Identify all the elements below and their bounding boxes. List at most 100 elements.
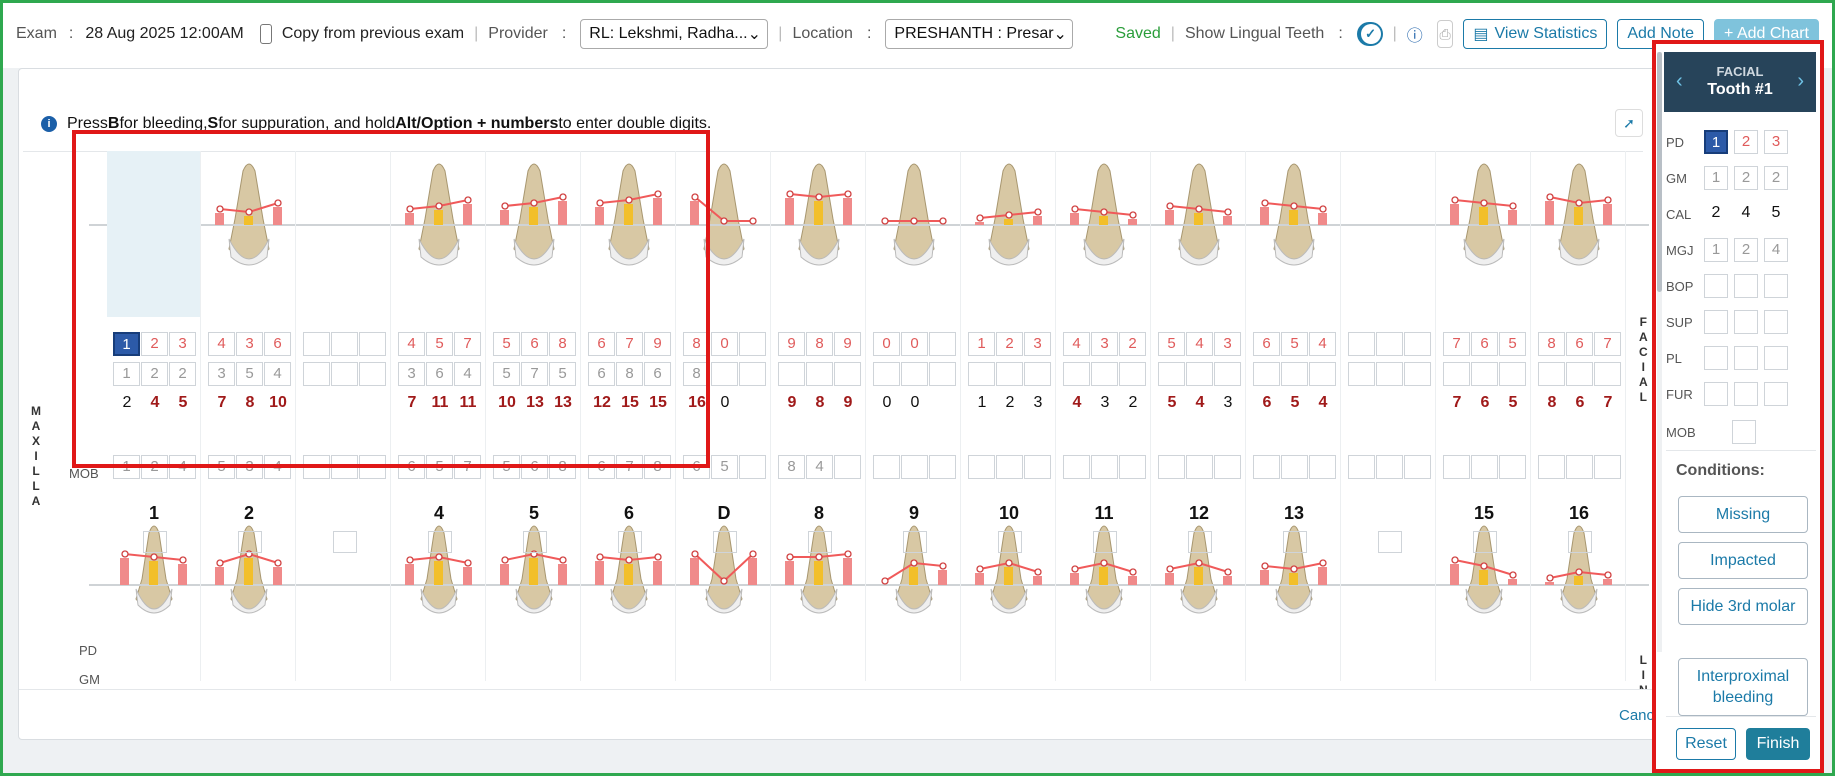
value-cell[interactable] [1734, 274, 1758, 298]
gm-cell[interactable] [1404, 362, 1431, 386]
gm-cell[interactable] [901, 362, 928, 386]
pd-cell[interactable]: 4 [1309, 332, 1336, 356]
gm-cell[interactable] [1186, 362, 1213, 386]
mgj-cell[interactable] [1253, 455, 1280, 479]
mob-cell[interactable] [1093, 531, 1117, 553]
value-cell[interactable]: 2 [1734, 238, 1758, 262]
pd-cell[interactable]: 0 [873, 332, 900, 356]
mob-cell[interactable] [143, 531, 167, 553]
mgj-cell[interactable] [834, 455, 861, 479]
gm-cell[interactable] [739, 362, 766, 386]
gm-cell[interactable] [1594, 362, 1621, 386]
value-cell[interactable] [1764, 274, 1788, 298]
value-cell[interactable]: 4 [1734, 202, 1758, 226]
gm-cell[interactable] [1253, 362, 1280, 386]
mgj-cell[interactable] [1091, 455, 1118, 479]
pd-cell[interactable]: 5 [1158, 332, 1185, 356]
scrollbar-track[interactable] [1657, 52, 1662, 652]
mgj-cell[interactable] [929, 455, 956, 479]
value-cell[interactable] [1764, 382, 1788, 406]
mgj-cell[interactable] [1376, 455, 1403, 479]
pd-cell[interactable]: 9 [834, 332, 861, 356]
pd-cell[interactable]: 7 [1594, 332, 1621, 356]
gm-cell[interactable] [1214, 362, 1241, 386]
pd-cell[interactable] [929, 332, 956, 356]
mgj-cell[interactable] [1471, 455, 1498, 479]
value-cell[interactable]: 1 [1704, 238, 1728, 262]
mgj-cell[interactable] [1566, 455, 1593, 479]
mgj-cell[interactable] [739, 455, 766, 479]
pd-cell[interactable]: 7 [1443, 332, 1470, 356]
mgj-cell[interactable] [1348, 455, 1375, 479]
mob-cell[interactable] [1283, 531, 1307, 553]
value-cell[interactable]: 3 [1764, 130, 1788, 154]
mgj-cell[interactable] [1186, 455, 1213, 479]
mgj-cell[interactable] [873, 455, 900, 479]
mgj-cell[interactable]: 5 [711, 455, 738, 479]
location-select[interactable]: PRESHANTH : Presar ⌄ [885, 19, 1074, 49]
gm-cell[interactable] [929, 362, 956, 386]
mgj-cell[interactable] [968, 455, 995, 479]
pd-cell[interactable]: 2 [996, 332, 1023, 356]
condition-button[interactable]: Missing [1678, 496, 1808, 533]
value-cell[interactable]: 1 [1704, 166, 1728, 190]
mgj-cell[interactable] [1063, 455, 1090, 479]
mob-cell[interactable] [523, 531, 547, 553]
pd-cell[interactable]: 6 [1253, 332, 1280, 356]
condition-button[interactable]: Hide 3rd molar [1678, 588, 1808, 625]
value-cell[interactable] [1704, 310, 1728, 334]
pd-cell[interactable]: 4 [1186, 332, 1213, 356]
mob-cell[interactable] [1732, 420, 1756, 444]
gm-cell[interactable] [1499, 362, 1526, 386]
mgj-cell[interactable] [1309, 455, 1336, 479]
gm-cell[interactable] [1566, 362, 1593, 386]
scrollbar-thumb[interactable] [1657, 52, 1662, 292]
mob-cell[interactable] [1188, 531, 1212, 553]
reset-button[interactable]: Reset [1676, 728, 1736, 760]
mob-cell[interactable] [428, 531, 452, 553]
mgj-cell[interactable] [1214, 455, 1241, 479]
info-icon[interactable]: ⓘ [1407, 22, 1423, 46]
pd-cell[interactable]: 8 [1538, 332, 1565, 356]
view-statistics-button[interactable]: ▤ View Statistics [1463, 19, 1608, 49]
pd-cell[interactable] [1404, 332, 1431, 356]
pd-cell[interactable]: 9 [778, 332, 805, 356]
pd-cell[interactable] [1348, 332, 1375, 356]
pd-cell[interactable]: 2 [1119, 332, 1146, 356]
value-cell[interactable] [1764, 346, 1788, 370]
pd-cell[interactable]: 0 [711, 332, 738, 356]
mob-cell[interactable] [238, 531, 262, 553]
pd-cell[interactable]: 3 [1214, 332, 1241, 356]
gm-cell[interactable] [834, 362, 861, 386]
value-cell[interactable]: 2 [1704, 202, 1728, 226]
mob-cell[interactable] [1568, 531, 1592, 553]
gm-cell[interactable] [968, 362, 995, 386]
pd-cell[interactable] [739, 332, 766, 356]
provider-select[interactable]: RL: Lekshmi, Radha... ⌄ [580, 19, 769, 49]
gm-cell[interactable] [1024, 362, 1051, 386]
mgj-cell[interactable] [1499, 455, 1526, 479]
pd-cell[interactable]: 3 [1024, 332, 1051, 356]
gm-cell[interactable] [806, 362, 833, 386]
gm-cell[interactable] [996, 362, 1023, 386]
lingual-toggle[interactable]: ✓ [1356, 22, 1383, 46]
chevron-left-icon[interactable]: ‹ [1676, 70, 1683, 93]
mgj-cell[interactable]: 4 [806, 455, 833, 479]
gm-cell[interactable] [1281, 362, 1308, 386]
pd-cell[interactable]: 6 [1471, 332, 1498, 356]
pd-cell[interactable]: 5 [1281, 332, 1308, 356]
mgj-cell[interactable] [1443, 455, 1470, 479]
mob-cell[interactable] [998, 531, 1022, 553]
gm-cell[interactable] [1538, 362, 1565, 386]
mob-cell[interactable] [618, 531, 642, 553]
gm-cell[interactable] [1063, 362, 1090, 386]
mob-cell[interactable] [713, 531, 737, 553]
mgj-cell[interactable]: 8 [778, 455, 805, 479]
value-cell[interactable] [1764, 310, 1788, 334]
gm-cell[interactable] [778, 362, 805, 386]
mob-cell[interactable] [1378, 531, 1402, 553]
value-cell[interactable] [1734, 346, 1758, 370]
chevron-right-icon[interactable]: › [1797, 70, 1804, 93]
mgj-cell[interactable] [1281, 455, 1308, 479]
value-cell[interactable]: 2 [1734, 130, 1758, 154]
